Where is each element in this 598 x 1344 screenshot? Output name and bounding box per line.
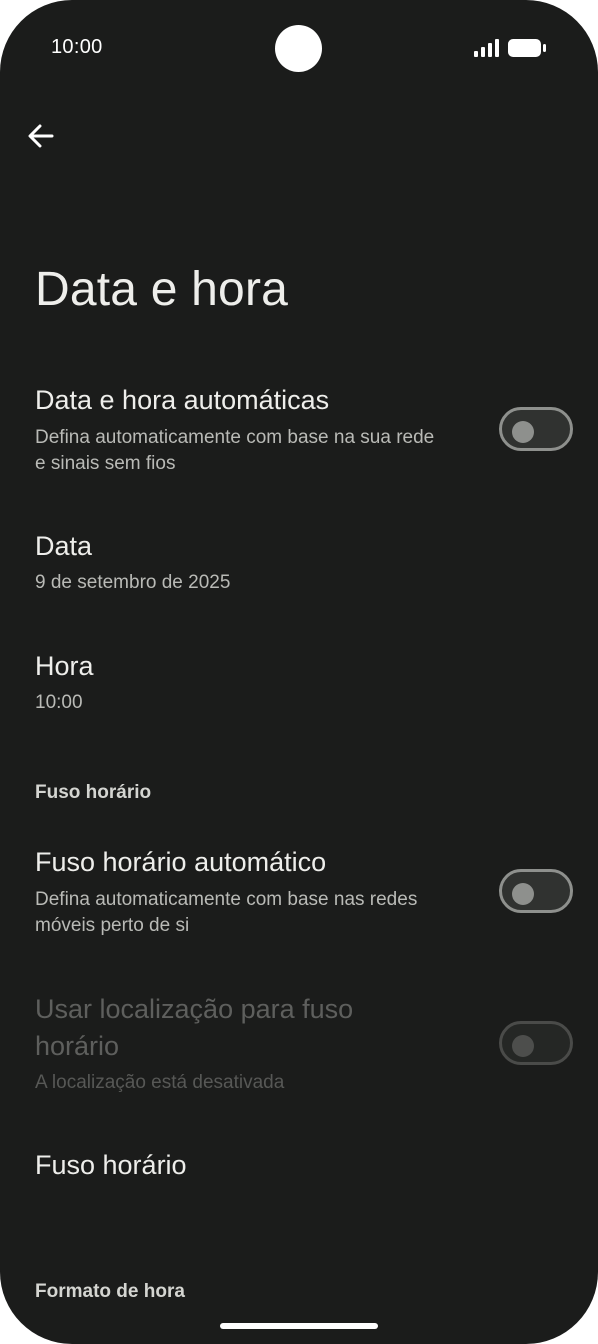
date-title: Data — [35, 531, 93, 561]
toggle-knob — [512, 1035, 534, 1057]
arrow-back-icon — [28, 124, 54, 148]
toggle-knob — [512, 883, 534, 905]
use-location-toggle — [499, 1021, 573, 1065]
automatic-timezone-subtitle-line2: móveis perto de si — [35, 915, 190, 936]
timezone-title: Fuso horário — [35, 1150, 187, 1180]
phone-screen: 10:00 Data e hora Data e hora automática… — [0, 0, 598, 1344]
automatic-datetime-subtitle-line1: Defina automaticamente com base na sua r… — [35, 427, 435, 448]
automatic-timezone-toggle[interactable] — [499, 869, 573, 913]
timezone-section-header: Fuso horário — [35, 782, 152, 803]
use-location-title-line2: horário — [35, 1031, 120, 1061]
cellular-signal-icon — [474, 39, 499, 57]
home-indicator[interactable] — [220, 1323, 378, 1329]
battery-icon — [508, 39, 546, 57]
toggle-knob — [512, 421, 534, 443]
automatic-timezone-subtitle-line1: Defina automaticamente com base nas rede… — [35, 889, 418, 910]
automatic-datetime-title: Data e hora automáticas — [35, 385, 330, 415]
automatic-datetime-subtitle-line2: e sinais sem fios — [35, 453, 176, 474]
page-title: Data e hora — [35, 263, 289, 316]
use-location-title-line1: Usar localização para fuso — [35, 994, 354, 1024]
time-value: 10:00 — [35, 692, 83, 713]
status-bar-time: 10:00 — [51, 36, 103, 58]
automatic-datetime-toggle[interactable] — [499, 407, 573, 451]
time-title: Hora — [35, 651, 94, 681]
time-format-section-header: Formato de hora — [35, 1281, 185, 1302]
camera-cutout — [275, 25, 322, 72]
automatic-timezone-title: Fuso horário automático — [35, 847, 327, 877]
back-button[interactable] — [20, 115, 62, 157]
use-location-subtitle: A localização está desativada — [35, 1072, 285, 1093]
date-value: 9 de setembro de 2025 — [35, 572, 231, 593]
